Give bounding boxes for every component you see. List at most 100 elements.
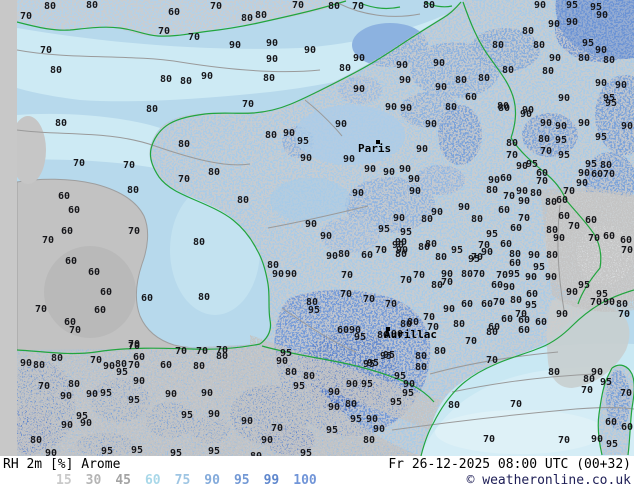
rh-value-label: 80 [498,104,510,113]
product-label: RH 2m [%] Arome [3,457,120,472]
rh-value-label: 90 [399,76,411,85]
rh-value-label: 80 [486,186,498,195]
rh-value-label: 95 [595,133,607,142]
rh-value-label: 90 [133,377,145,386]
rh-value-label: 80 [285,368,297,377]
rh-value-label: 90 [400,104,412,113]
rh-value-label: 80 [542,67,554,76]
rh-value-label: 80 [471,215,483,224]
rh-value-label: 80 [415,363,427,372]
rh-value-label: 70 [35,305,47,314]
rh-value-label: 80 [616,300,628,309]
rh-value-label: 80 [478,74,490,83]
rh-value-label: 90 [488,176,500,185]
rh-value-label: 95 [380,352,392,361]
rh-value-label: 90 [201,389,213,398]
rh-value-label: 70 [486,356,498,365]
rh-value-label: 90 [241,417,253,426]
datetime-label: Fr 26-12-2025 08:00 UTC (00+32) [388,457,631,472]
rh-value-label: 70 [518,214,530,223]
city-name-label: Paris [358,144,391,154]
rh-value-label: 80 [193,238,205,247]
rh-value-label: 80 [434,347,446,356]
rh-value-label: 80 [51,354,63,363]
legend-value-60: 60 [145,473,161,488]
rh-value-label: 80 [506,139,518,148]
rh-value-label: 70 [536,177,548,186]
rh-value-label: 70 [196,347,208,356]
rh-value-label: 90 [266,55,278,64]
rh-value-label: 95 [582,39,594,48]
rh-value-label: 95 [378,225,390,234]
rh-value-label: 90 [60,392,72,401]
rh-value-label: 90 [540,119,552,128]
rh-value-label: 60 [141,294,153,303]
rh-value-label: 80 [448,401,460,410]
rh-value-label: 60 [337,326,349,335]
rh-value-label: 90 [229,41,241,50]
rh-value-label: 60 [491,281,503,290]
rh-value-label: 70 [375,246,387,255]
rh-value-label: 70 [588,234,600,243]
rh-value-label: 70 [20,12,32,21]
rh-value-label: 80 [395,250,407,259]
rh-value-label: 95 [293,382,305,391]
rh-value-label: 90 [431,208,443,217]
rh-value-label: 80 [461,270,473,279]
rh-value-label: 80 [241,14,253,23]
rh-value-label: 90 [553,234,565,243]
rh-value-label: 90 [353,85,365,94]
rh-value-label: 80 [545,198,557,207]
rh-value-label: 95 [101,447,113,456]
rh-value-label: 70 [385,300,397,309]
rh-value-label: 90 [425,120,437,129]
rh-value-label: 70 [621,246,633,255]
legend-value-90: 90 [204,473,220,488]
rh-value-label: 80 [548,368,560,377]
rh-value-label: 90 [335,120,347,129]
rh-value-label: 95 [297,137,309,146]
rh-value-label: 95 [326,426,338,435]
rh-value-label: 70 [188,33,200,42]
rh-value-label: 60 [500,240,512,249]
rh-value-label: 90 [353,54,365,63]
legend-scale: 1530456075909599100 [56,473,331,488]
rh-value-label: 95 [558,151,570,160]
humidity-values-layer: 8080706070808070807080909595907070909090… [0,0,634,456]
rh-value-label: 80 [208,168,220,177]
rh-value-label: 90 [261,436,273,445]
rh-value-label: 60 [465,93,477,102]
rh-value-label: 90 [300,154,312,163]
rh-value-label: 60 [605,418,617,427]
rh-value-label: 95 [363,360,375,369]
rh-value-label: 60 [88,268,100,277]
rh-value-label: 90 [516,187,528,196]
rh-value-label: 95 [128,396,140,405]
rh-value-label: 90 [283,129,295,138]
rh-value-label: 80 [492,41,504,50]
rh-value-label: 90 [518,197,530,206]
rh-value-label: 80 [583,375,595,384]
rh-value-label: 90 [285,270,297,279]
rh-value-label: 60 [501,315,513,324]
rh-value-label: 90 [548,20,560,29]
rh-value-label: 80 [339,64,351,73]
rh-value-label: 95 [486,230,498,239]
legend-value-45: 45 [115,473,131,488]
rh-value-label: 95 [451,246,463,255]
rh-value-label: 80 [435,253,447,262]
rh-value-label: 90 [435,83,447,92]
rh-value-label: 70 [558,436,570,445]
rh-value-label: 95 [606,440,618,449]
rh-value-label: 90 [558,94,570,103]
rh-value-label: 60 [68,206,80,215]
rh-value-label: 80 [423,1,435,10]
rh-value-label: 90 [326,252,338,261]
map-area: 8080706070808070807080909595907070909090… [0,0,634,456]
rh-value-label: 80 [86,1,98,10]
rh-value-label: 90 [615,81,627,90]
rh-value-label: 90 [596,11,608,20]
rh-value-label: 70 [73,159,85,168]
rh-value-label: 90 [396,61,408,70]
rh-value-label: 80 [193,362,205,371]
